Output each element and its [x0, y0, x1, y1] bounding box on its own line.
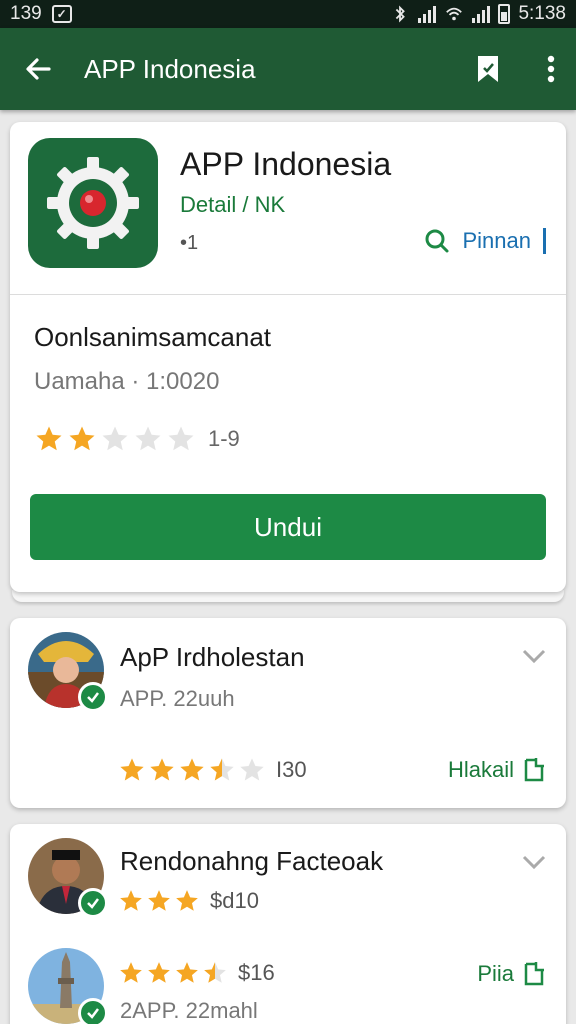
more-options-button[interactable]: [546, 54, 556, 84]
star-icon: [120, 962, 142, 983]
wifi-icon: [446, 7, 463, 21]
verified-badge-icon-2: [78, 888, 108, 918]
app-size: Uamaha · 1:0020: [34, 368, 220, 395]
app-category: Oonlsanimsamcanat: [34, 322, 271, 352]
star-icon: [176, 890, 198, 911]
star-icon: [135, 426, 161, 451]
reviewer-name: ApP Irdholestan: [120, 642, 305, 672]
back-arrow-icon: [26, 58, 51, 80]
review-action-label-2: Piia: [477, 961, 514, 986]
review-action-label: Hlakail: [447, 757, 514, 782]
rating-count: 1-9: [208, 426, 240, 451]
install-button[interactable]: Undui: [30, 494, 546, 560]
reviewer-subtitle-2: 2APP. 22mahl: [120, 998, 258, 1023]
review-rating-count: I30: [276, 757, 307, 782]
star-icon: [240, 758, 264, 781]
verified-badge-icon: [78, 682, 108, 712]
status-time-right: 5:138: [518, 3, 566, 24]
star-icon: [69, 426, 95, 451]
battery-icon: [498, 4, 511, 24]
app-name: APP Indonesia: [180, 146, 392, 182]
verified-badge-icon-3: [78, 998, 108, 1024]
app-icon: [28, 138, 158, 268]
wishlist-label: Pinnan: [462, 228, 531, 253]
review-rating-2: $d10: [118, 888, 259, 914]
status-time-left: 139: [10, 3, 42, 24]
bookmark-button[interactable]: [474, 54, 502, 84]
review-action-button[interactable]: Hlakail: [448, 756, 548, 784]
rating-row: 1-9: [34, 424, 240, 454]
avatar-3: [28, 948, 108, 1024]
review-rating-3: $16: [118, 960, 275, 986]
bluetooth-icon: [396, 5, 406, 23]
star-icon: [150, 758, 174, 781]
star-icon: [148, 962, 170, 983]
star-icon: [120, 890, 142, 911]
star-icon: [176, 962, 198, 983]
avatar: [28, 632, 108, 712]
star-icon: [120, 758, 144, 781]
review-rating-count-3: $16: [238, 960, 275, 985]
gear-logo-icon: [47, 157, 139, 249]
notification-icon: ✓: [51, 5, 72, 23]
signal-icon-2: [472, 5, 491, 23]
review-card[interactable]: ApP Irdholestan APP. 22uuh I30 Hlakail: [10, 618, 566, 808]
chevron-down-icon[interactable]: [520, 642, 548, 670]
back-button[interactable]: [20, 51, 56, 87]
wishlist-button[interactable]: Pinnan: [424, 228, 546, 254]
star-icon: [168, 426, 194, 451]
avatar-2: [28, 838, 108, 918]
star-icon: [148, 890, 170, 911]
star-icon: [180, 758, 204, 781]
chevron-down-icon-2[interactable]: [520, 848, 548, 876]
card-divider: [10, 294, 566, 295]
app-bar: APP Indonesia: [0, 28, 576, 110]
signal-icon: [418, 5, 437, 23]
status-bar: 139 ✓ 5:138: [0, 0, 576, 28]
document-icon: [524, 758, 544, 782]
rating-stars: [34, 424, 196, 454]
wishlist-divider: [543, 228, 546, 254]
review-rating: I30: [118, 756, 307, 784]
review-stars-3: [118, 960, 228, 986]
review-action-button-2[interactable]: Piia: [477, 960, 548, 988]
search-check-icon: [425, 229, 449, 253]
reviewer-subtitle: APP. 22uuh: [120, 686, 235, 711]
document-icon-2: [524, 962, 544, 986]
review-stars: [118, 756, 266, 784]
review-rating-count-2: $d10: [210, 888, 259, 913]
developer-link[interactable]: Detail / NK: [180, 192, 285, 218]
star-icon: [204, 962, 226, 983]
page-title: APP Indonesia: [84, 53, 256, 84]
reviewer-name-2: Rendonahng Facteoak: [120, 846, 384, 876]
star-icon: [210, 758, 234, 781]
app-detail-card: APP Indonesia Detail / NK •1 Pinnan Oonl…: [10, 122, 566, 592]
star-icon: [36, 426, 62, 451]
review-card-2[interactable]: Rendonahng Facteoak $d10 $16 Piia 2APP. …: [10, 824, 566, 1024]
review-stars-2: [118, 888, 200, 914]
download-count: •1: [180, 232, 199, 254]
star-icon: [102, 426, 128, 451]
